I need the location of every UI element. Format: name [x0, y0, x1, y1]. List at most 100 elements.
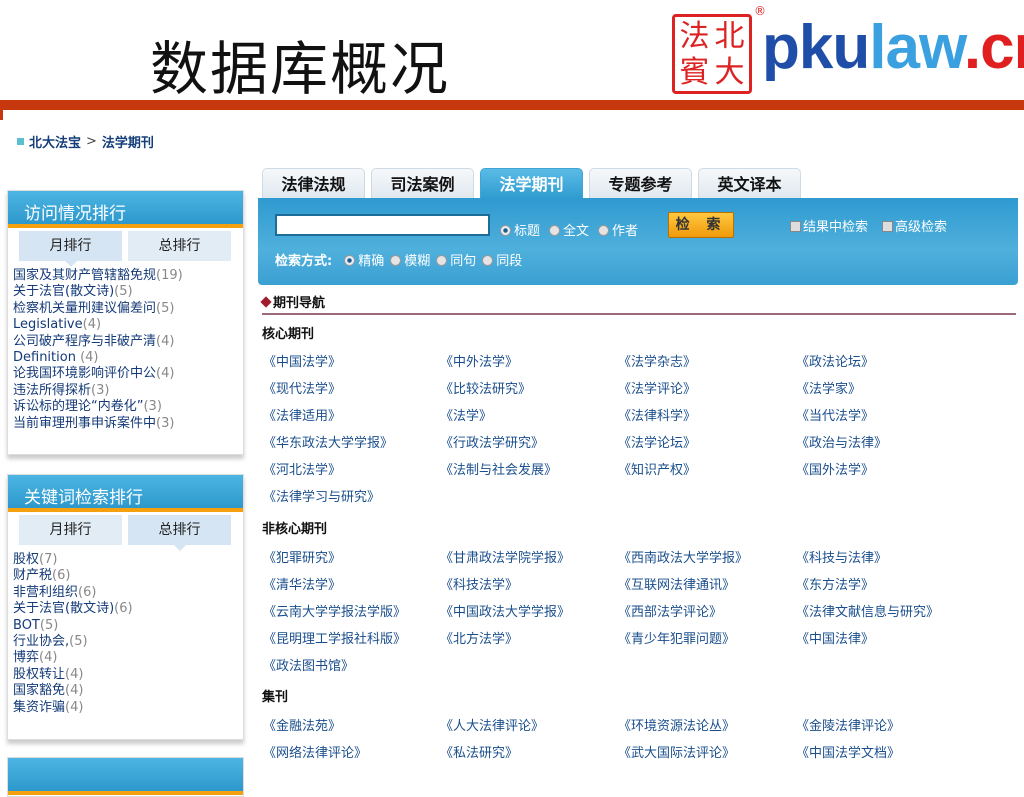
- ranking-item[interactable]: Legislative(4): [13, 317, 243, 333]
- journal-link[interactable]: 《昆明理工学报社科版》: [263, 628, 440, 655]
- ranking-item[interactable]: 关于法官(散文诗)(5): [13, 284, 243, 300]
- ranking-item[interactable]: 论我国环境影响评价中公(4): [13, 366, 243, 382]
- scope-fulltext-radio[interactable]: 全文: [549, 220, 589, 239]
- journal-link[interactable]: 《法律学习与研究》: [263, 486, 440, 513]
- ranking-item[interactable]: 国家豁免(4): [13, 683, 243, 699]
- mode-fuzzy-radio[interactable]: 模糊: [390, 250, 430, 269]
- journal-link[interactable]: 《西部法学评论》: [618, 601, 796, 628]
- ranking-item[interactable]: 非营利组织(6): [13, 585, 243, 601]
- journal-link[interactable]: 《法学家》: [796, 378, 974, 405]
- journal-link[interactable]: 《法学杂志》: [618, 351, 796, 378]
- journal-link[interactable]: 《科技法学》: [440, 574, 618, 601]
- tab-journals[interactable]: 法学期刊: [480, 168, 583, 199]
- journal-link[interactable]: 《国外法学》: [796, 459, 974, 486]
- ranking-item-title[interactable]: 集资诈骗: [13, 700, 65, 715]
- search-within-results-checkbox[interactable]: 结果中检索: [790, 216, 868, 235]
- tab-laws[interactable]: 法律法规: [262, 168, 365, 199]
- ranking-item[interactable]: 公司破产程序与非破产清(4): [13, 334, 243, 350]
- ranking-item-title[interactable]: Definition: [13, 350, 80, 365]
- ranking-item-title[interactable]: 公司破产程序与非破产清: [13, 334, 156, 349]
- journal-link[interactable]: 《法制与社会发展》: [440, 459, 618, 486]
- scope-title-radio[interactable]: 标题: [500, 220, 540, 239]
- journal-link[interactable]: 《法学论坛》: [618, 432, 796, 459]
- tab-total[interactable]: 总排行: [128, 231, 231, 261]
- journal-link[interactable]: 《人大法律评论》: [440, 715, 618, 742]
- tab-total[interactable]: 总排行: [128, 515, 231, 551]
- journal-link[interactable]: 《武大国际法评论》: [618, 742, 796, 769]
- ranking-item-title[interactable]: 检察机关量刑建议偏差问: [13, 301, 156, 316]
- ranking-item[interactable]: Definition (4): [13, 350, 243, 366]
- journal-link[interactable]: 《犯罪研究》: [263, 547, 440, 574]
- journal-link[interactable]: 《现代法学》: [263, 378, 440, 405]
- scope-author-radio[interactable]: 作者: [598, 220, 638, 239]
- journal-link[interactable]: 《政法图书馆》: [263, 655, 440, 682]
- journal-link[interactable]: 《法律文献信息与研究》: [796, 601, 974, 628]
- ranking-item[interactable]: 财产税(6): [13, 568, 243, 584]
- journal-link[interactable]: 《中国法学》: [263, 351, 440, 378]
- journal-link[interactable]: 《河北法学》: [263, 459, 440, 486]
- journal-link[interactable]: 《东方法学》: [796, 574, 974, 601]
- ranking-item[interactable]: 当前审理刑事申诉案件中(3): [13, 416, 243, 432]
- journal-link[interactable]: 《法律科学》: [618, 405, 796, 432]
- ranking-item-title[interactable]: 股权: [13, 552, 39, 567]
- journal-link[interactable]: 《法学评论》: [618, 378, 796, 405]
- ranking-item-title[interactable]: 关于法官(散文诗): [13, 601, 114, 616]
- journal-link[interactable]: 《金融法苑》: [263, 715, 440, 742]
- ranking-item-title[interactable]: 非营利组织: [13, 585, 78, 600]
- journal-link[interactable]: 《中国政法大学学报》: [440, 601, 618, 628]
- ranking-item[interactable]: 检察机关量刑建议偏差问(5): [13, 301, 243, 317]
- journal-link[interactable]: 《法学》: [440, 405, 618, 432]
- ranking-item-title[interactable]: 行业协会,: [13, 634, 69, 649]
- ranking-item-title[interactable]: 国家及其财产管辖豁免规: [13, 268, 156, 283]
- ranking-item[interactable]: 违法所得探析(3): [13, 383, 243, 399]
- tab-cases[interactable]: 司法案例: [371, 168, 474, 199]
- ranking-item[interactable]: 国家及其财产管辖豁免规(19): [13, 268, 243, 284]
- journal-link[interactable]: 《中国法学文档》: [796, 742, 974, 769]
- journal-link[interactable]: 《科技与法律》: [796, 547, 974, 574]
- ranking-item-title[interactable]: 股权转让: [13, 667, 65, 682]
- journal-link[interactable]: 《中国法律》: [796, 628, 974, 655]
- tab-monthly[interactable]: 月排行: [19, 231, 122, 267]
- ranking-item-title[interactable]: 国家豁免: [13, 683, 65, 698]
- journal-link[interactable]: 《青少年犯罪问题》: [618, 628, 796, 655]
- mode-sentence-radio[interactable]: 同句: [436, 250, 476, 269]
- breadcrumb-home[interactable]: 北大法宝: [29, 132, 81, 151]
- search-button[interactable]: 检 索: [668, 212, 734, 238]
- tab-topics[interactable]: 专题参考: [589, 168, 692, 199]
- journal-link[interactable]: 《政法论坛》: [796, 351, 974, 378]
- mode-exact-radio[interactable]: 精确: [344, 250, 384, 269]
- search-input[interactable]: [275, 214, 490, 236]
- ranking-item[interactable]: 博弈(4): [13, 650, 243, 666]
- journal-link[interactable]: 《互联网法律通讯》: [618, 574, 796, 601]
- journal-link[interactable]: 《中外法学》: [440, 351, 618, 378]
- ranking-item-title[interactable]: 诉讼标的理论“内卷化”: [13, 399, 143, 414]
- ranking-item[interactable]: 股权转让(4): [13, 667, 243, 683]
- journal-link[interactable]: 《私法研究》: [440, 742, 618, 769]
- ranking-item-title[interactable]: 当前审理刑事申诉案件中: [13, 416, 156, 431]
- journal-link[interactable]: 《云南大学学报法学版》: [263, 601, 440, 628]
- advanced-search-checkbox[interactable]: 高级检索: [882, 216, 947, 235]
- ranking-item-title[interactable]: 博弈: [13, 650, 39, 665]
- ranking-item-title[interactable]: Legislative: [13, 317, 83, 332]
- mode-paragraph-radio[interactable]: 同段: [482, 250, 522, 269]
- ranking-item[interactable]: 行业协会,(5): [13, 634, 243, 650]
- ranking-item-title[interactable]: 财产税: [13, 568, 52, 583]
- ranking-item[interactable]: 诉讼标的理论“内卷化”(3): [13, 399, 243, 415]
- journal-link[interactable]: 《法律适用》: [263, 405, 440, 432]
- journal-link[interactable]: 《清华法学》: [263, 574, 440, 601]
- journal-link[interactable]: 《政治与法律》: [796, 432, 974, 459]
- ranking-item-title[interactable]: BOT: [13, 618, 40, 633]
- journal-link[interactable]: 《金陵法律评论》: [796, 715, 974, 742]
- journal-link[interactable]: 《西南政法大学学报》: [618, 547, 796, 574]
- ranking-item[interactable]: BOT(5): [13, 618, 243, 634]
- ranking-item[interactable]: 股权(7): [13, 552, 243, 568]
- ranking-item[interactable]: 集资诈骗(4): [13, 700, 243, 716]
- journal-link[interactable]: 《网络法律评论》: [263, 742, 440, 769]
- journal-link[interactable]: 《北方法学》: [440, 628, 618, 655]
- tab-english[interactable]: 英文译本: [698, 168, 801, 199]
- journal-link[interactable]: 《环境资源法论丛》: [618, 715, 796, 742]
- tab-monthly[interactable]: 月排行: [19, 515, 122, 545]
- journal-link[interactable]: 《当代法学》: [796, 405, 974, 432]
- journal-link[interactable]: 《华东政法大学学报》: [263, 432, 440, 459]
- ranking-item[interactable]: 关于法官(散文诗)(6): [13, 601, 243, 617]
